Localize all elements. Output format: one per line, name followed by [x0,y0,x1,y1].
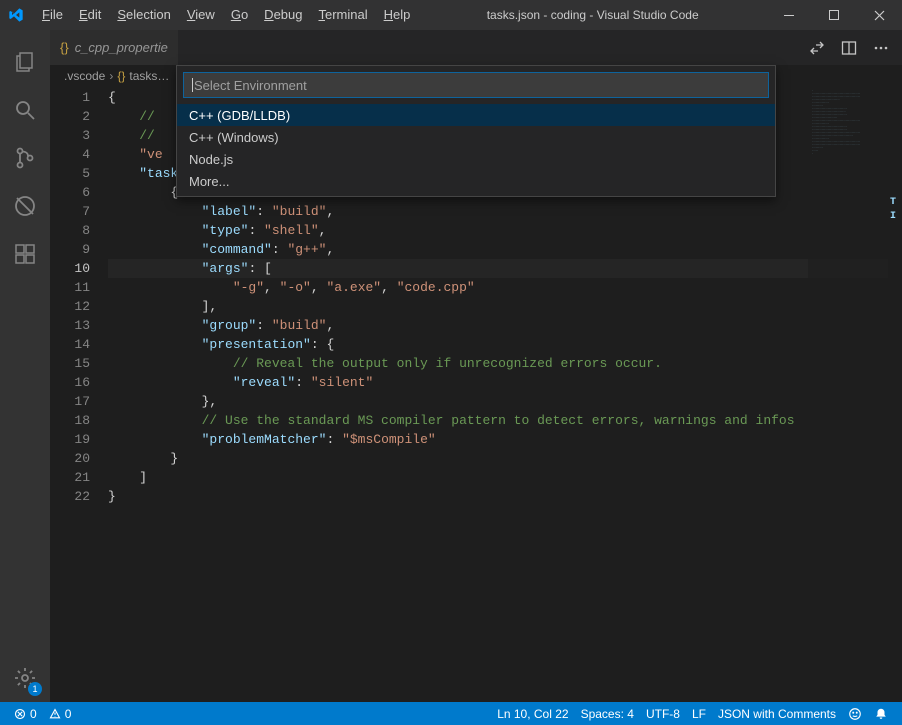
menu-help[interactable]: Help [376,0,419,30]
vscode-logo-icon [8,7,24,23]
quick-pick-input[interactable]: Select Environment [183,72,769,98]
menu-edit[interactable]: Edit [71,0,109,30]
breadcrumb-folder[interactable]: .vscode [64,69,105,83]
more-actions-icon[interactable] [870,37,892,59]
status-indent[interactable]: Spaces: 4 [575,707,640,721]
activity-extensions[interactable] [0,230,50,278]
menu-file[interactable]: File [34,0,71,30]
menu-debug[interactable]: Debug [256,0,310,30]
status-eol[interactable]: LF [686,707,712,721]
compare-icon[interactable] [806,37,828,59]
close-button[interactable] [857,0,902,30]
quick-pick-item[interactable]: C++ (Windows) [177,126,775,148]
tab-bar: {} c_cpp_propertie [50,30,902,65]
menu-selection[interactable]: Selection [109,0,178,30]
quick-pick-placeholder: Select Environment [194,78,307,93]
title-bar: File Edit Selection View Go Debug Termin… [0,0,902,30]
quick-pick-item[interactable]: C++ (GDB/LLDB) [177,104,775,126]
window-controls [767,0,902,30]
main-menu: File Edit Selection View Go Debug Termin… [34,0,418,30]
status-encoding[interactable]: UTF-8 [640,707,686,721]
settings-badge: 1 [28,682,42,696]
json-icon: {} [117,69,125,83]
activity-search[interactable] [0,86,50,134]
menu-go[interactable]: Go [223,0,256,30]
overview-ruler-mark: T [890,197,900,211]
text-cursor [192,78,193,92]
overview-ruler-mark: I [890,211,900,225]
quick-pick: Select Environment C++ (GDB/LLDB) C++ (W… [176,65,776,197]
menu-view[interactable]: View [179,0,223,30]
status-feedback-icon[interactable] [842,707,868,721]
tab-label: c_cpp_propertie [75,40,168,55]
tab-c-cpp-properties[interactable]: {} c_cpp_propertie [50,30,179,65]
status-errors[interactable]: 0 [8,707,43,721]
activity-debug[interactable] [0,182,50,230]
split-editor-icon[interactable] [838,37,860,59]
breadcrumb-file[interactable]: tasks… [129,69,169,83]
line-number-gutter: 12345678910111213141516171819202122 [50,87,108,702]
minimap[interactable]: ▪▪▪▪▪▪▪▪▪▪▪▪▪▪▪▪▪▪▪▪▪▪▪▪▪▪▪▪▪▪▪▪▪▪▪▪▪▪▪▪… [808,87,888,702]
activity-bar: 1 [0,30,50,702]
status-notifications-icon[interactable] [868,707,894,721]
menu-terminal[interactable]: Terminal [310,0,375,30]
status-warnings[interactable]: 0 [43,707,78,721]
chevron-right-icon: › [109,69,113,83]
status-line-col[interactable]: Ln 10, Col 22 [491,707,574,721]
maximize-button[interactable] [812,0,857,30]
activity-settings[interactable]: 1 [0,654,50,702]
editor-actions [806,37,902,59]
quick-pick-item[interactable]: Node.js [177,148,775,170]
window-title: tasks.json - coding - Visual Studio Code [418,8,767,22]
json-icon: {} [60,40,69,55]
quick-pick-item[interactable]: More... [177,170,775,192]
editor-area: {} c_cpp_propertie .vscode › {} tasks… 1… [50,30,902,702]
minimize-button[interactable] [767,0,812,30]
quick-pick-list: C++ (GDB/LLDB) C++ (Windows) Node.js Mor… [177,104,775,196]
activity-explorer[interactable] [0,38,50,86]
vertical-scrollbar[interactable] [888,87,902,702]
status-bar: 0 0 Ln 10, Col 22 Spaces: 4 UTF-8 LF JSO… [0,702,902,725]
activity-scm[interactable] [0,134,50,182]
status-language[interactable]: JSON with Comments [712,707,842,721]
